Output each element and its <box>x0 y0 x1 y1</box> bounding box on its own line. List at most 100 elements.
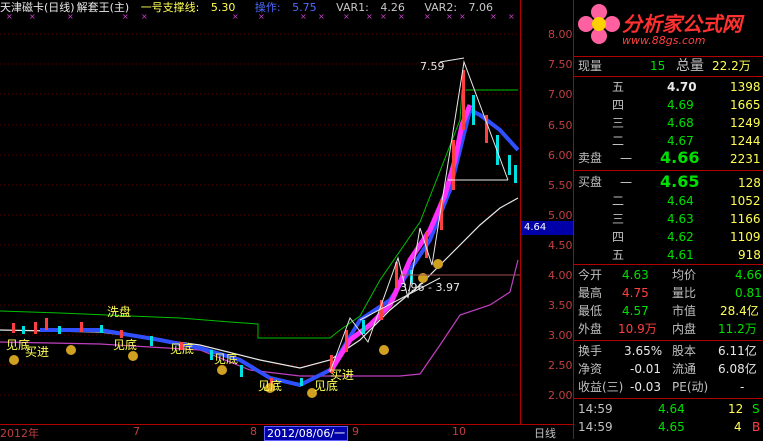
y-tick: 2.00 <box>548 389 573 402</box>
buy-vol: 1052 <box>730 194 761 208</box>
stat-value: 0.81 <box>735 286 762 300</box>
sell-level: 五 <box>612 80 625 94</box>
sell-level: 三 <box>612 116 625 130</box>
y-tick: 7.00 <box>548 88 573 101</box>
tick-side: S <box>752 402 760 416</box>
y-tick: 6.50 <box>548 119 573 132</box>
sell-vol: 1244 <box>730 134 761 148</box>
tick-price: 4.64 <box>658 402 685 416</box>
sell-vol: 1249 <box>730 116 761 130</box>
stat-value: 28.4亿 <box>720 304 759 318</box>
stat-label: 收益(三) <box>578 380 624 394</box>
stat-label: 最低 <box>578 304 603 318</box>
divider <box>574 398 763 399</box>
high-price-label: 7.59 <box>420 60 445 73</box>
svg-text:×: × <box>508 12 515 21</box>
sell-level: 一 <box>620 152 633 166</box>
stat-label: 流通 <box>672 362 697 376</box>
svg-text:×: × <box>366 12 373 21</box>
buy-side-label: 买盘 <box>578 175 603 189</box>
divider <box>574 170 763 171</box>
buy-vol: 918 <box>738 248 761 262</box>
bottom-label: 见底 <box>214 352 239 366</box>
y-tick: 3.00 <box>548 329 573 342</box>
x-label: 9 <box>352 425 359 438</box>
tick-vol: 12 <box>728 402 744 416</box>
sell-level: 四 <box>612 98 625 112</box>
y-tick: 8.00 <box>548 28 573 41</box>
svg-text:×: × <box>29 12 36 21</box>
divider <box>574 264 763 265</box>
flower-logo-icon <box>578 4 620 44</box>
current-price-tag: 4.64 <box>521 221 573 235</box>
stat-label: 股本 <box>672 344 697 358</box>
buy-price[interactable]: 4.62 <box>667 228 694 246</box>
buy-level: 三 <box>612 212 625 226</box>
buy-price[interactable]: 4.64 <box>667 192 694 210</box>
x-label: 8 <box>250 425 257 438</box>
sell-level: 二 <box>612 134 625 148</box>
sell-price[interactable]: 4.69 <box>667 96 694 114</box>
svg-text:×: × <box>232 12 239 21</box>
stat-label: 换手 <box>578 344 603 358</box>
enter-label: 买进 <box>25 345 50 359</box>
bottom-label: 见底 <box>113 338 138 352</box>
total-vol-label: 总量 <box>676 58 704 74</box>
svg-text:×: × <box>122 12 129 21</box>
stat-label: PE(动) <box>672 380 709 394</box>
sell-side-label: 卖盘 <box>578 151 603 165</box>
svg-text:×: × <box>67 12 74 21</box>
svg-text:×: × <box>6 12 13 21</box>
buy-level: 一 <box>620 176 633 190</box>
y-tick: 4.00 <box>548 269 573 282</box>
wash-label: 洗盘 <box>107 305 132 319</box>
divider <box>574 340 763 341</box>
tick-vol: 4 <box>734 420 742 434</box>
sell-price[interactable]: 4.70 <box>667 78 697 96</box>
buy-level: 四 <box>612 230 625 244</box>
buy-price[interactable]: 4.63 <box>667 210 694 228</box>
enter-label: 买进 <box>330 368 355 382</box>
stat-label: 今开 <box>578 268 603 282</box>
stat-value: 4.63 <box>622 268 649 282</box>
stat-label: 外盘 <box>578 322 603 336</box>
buy-vol: 1109 <box>730 230 761 244</box>
now-vol-label: 现量 <box>578 59 603 73</box>
range-label: 3.96 - 3.97 <box>400 281 460 294</box>
time-axis: 2012年 7 8 2012/08/06/一 9 10 日线 <box>0 424 573 441</box>
svg-text:×: × <box>446 12 453 21</box>
tick-time: 14:59 <box>578 402 613 416</box>
buy-price[interactable]: 4.61 <box>667 246 694 264</box>
stat-label: 量比 <box>672 286 697 300</box>
y-tick: 5.50 <box>548 179 573 192</box>
stat-label: 均价 <box>672 268 697 282</box>
y-tick: 3.50 <box>548 299 573 312</box>
tick-side: B <box>752 420 761 434</box>
stat-value: -0.01 <box>630 362 662 376</box>
tick-time: 14:59 <box>578 420 613 434</box>
stat-value: 4.57 <box>622 304 649 318</box>
stat-label: 最高 <box>578 286 603 300</box>
stat-label: 市值 <box>672 304 697 318</box>
stat-value: 11.2万 <box>718 322 757 336</box>
stat-value: - <box>740 380 745 394</box>
svg-text:×: × <box>300 12 307 21</box>
y-tick: 4.50 <box>548 239 573 252</box>
sell-price[interactable]: 4.66 <box>660 149 699 167</box>
stat-label: 内盘 <box>672 322 697 336</box>
buy-level: 二 <box>612 194 625 208</box>
stat-value: 3.65% <box>624 344 663 358</box>
buy-vol: 128 <box>738 176 761 190</box>
sell-vol: 1665 <box>730 98 761 112</box>
stat-value: 6.08亿 <box>718 362 757 376</box>
sell-price[interactable]: 4.68 <box>667 114 694 132</box>
svg-text:×: × <box>398 12 405 21</box>
x-label: 10 <box>452 425 466 438</box>
svg-text:×: × <box>141 12 148 21</box>
bottom-label: 见底 <box>170 342 195 356</box>
buy-price[interactable]: 4.65 <box>660 173 699 191</box>
y-tick: 7.50 <box>548 58 573 71</box>
sell-vol: 1398 <box>730 80 761 94</box>
logo-text: 分析家公式网 <box>622 12 742 36</box>
logo-url[interactable]: www.88gs.com <box>622 34 705 47</box>
